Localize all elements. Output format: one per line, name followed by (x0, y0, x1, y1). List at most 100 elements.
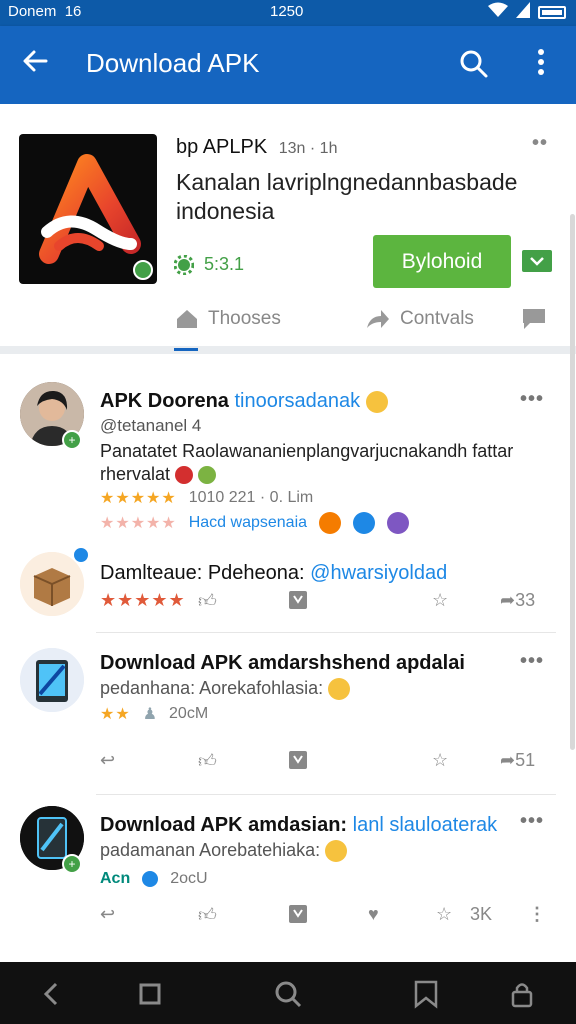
verified-badge-icon (133, 260, 153, 280)
system-nav-bar (0, 962, 576, 1024)
arrow-left-icon (23, 50, 48, 72)
developer-line: bp APLPK 13n · 1h (176, 136, 337, 159)
action-row: ↩ 👍︎ ☆ ➦ 51 (100, 750, 556, 778)
rating-value: 5:3.1 (204, 254, 245, 274)
item-meta: ★★★★★ 1010 221 · 0. Lim (100, 489, 314, 507)
rating-stars: ★★★★★ (100, 490, 177, 507)
item-meta-2: ★★★★★ Hacd wapsenaia (100, 512, 410, 534)
more-vert-icon (538, 49, 544, 75)
smile-emoji-icon (325, 840, 348, 863)
item-title[interactable]: Download APK amdarshshend apdalai (100, 652, 465, 675)
wifi-icon (488, 2, 508, 22)
bookmark-button[interactable] (288, 750, 308, 775)
nav-apps-button[interactable] (410, 978, 442, 1010)
info-badge-icon (72, 546, 90, 564)
chevron-down-icon (530, 257, 544, 266)
share-button[interactable]: ➦ 33 (500, 590, 535, 611)
overflow-menu-button[interactable] (526, 48, 556, 82)
emoji-icon (319, 512, 342, 534)
share-icon (367, 310, 389, 328)
tab-contvals[interactable]: Contvals (366, 308, 474, 330)
nav-home-button[interactable] (134, 978, 166, 1010)
search-icon (275, 981, 302, 1008)
item-handle: @tetananel 4 (100, 416, 202, 435)
app-icon[interactable] (19, 134, 157, 284)
app-bar: Download APK (0, 26, 576, 104)
comment-icon (523, 309, 545, 329)
lock-icon (511, 983, 533, 1008)
divider (96, 632, 556, 633)
share-button[interactable]: ➦ 51 (500, 750, 535, 771)
rating-stars: ★★★★★ (100, 515, 177, 532)
item-sub: padamanan Aorebatehiaka: (100, 840, 348, 863)
bookmark-button[interactable] (288, 590, 308, 615)
smile-emoji-icon (365, 390, 388, 413)
install-button[interactable]: Bylohoid (373, 235, 511, 288)
bookmark-icon (414, 980, 438, 1009)
emoji-icon (387, 512, 410, 534)
square-icon (139, 983, 161, 1005)
tomato-emoji-icon (175, 466, 194, 485)
search-icon (460, 50, 488, 78)
app-title: Kanalan lavriplngnedannbasbade indonesia (176, 169, 518, 224)
item-title[interactable]: APK Doorena tinoorsadanak (100, 390, 388, 413)
home-icon (177, 310, 197, 328)
clock: 1250 (270, 3, 304, 20)
bookmark-button[interactable] (288, 904, 308, 929)
back-icon (43, 982, 58, 1006)
globe-icon (142, 871, 159, 887)
star-button[interactable]: ☆ (436, 904, 452, 925)
item-more-button[interactable]: ⋮ (528, 904, 546, 925)
bookmark-icon (289, 591, 307, 609)
item-text: Panatatet Raolawananienplangvarjucnakand… (100, 441, 514, 485)
time-meta: 13n · 1h (278, 140, 338, 157)
search-button[interactable] (458, 48, 492, 82)
app-card: bp APLPK 13n · 1h •• Kanalan lavriplngne… (0, 104, 576, 354)
gear-icon (174, 254, 194, 275)
reply-button[interactable]: ↩ (100, 750, 115, 771)
item-title[interactable]: Damlteaue: Pdeheona: @hwarsiyoldad (100, 562, 447, 585)
signal-icon (516, 2, 530, 22)
item-more-button[interactable]: ••• (520, 650, 544, 673)
like-button[interactable]: 👍︎ (198, 750, 217, 772)
page-title: Download APK (86, 48, 260, 78)
install-options-button[interactable] (522, 250, 552, 272)
action-row: ★★★★★ 👍︎ ☆ ➦ 33 (100, 590, 556, 618)
heart-button[interactable]: ♥ (368, 904, 379, 925)
scrollbar[interactable] (570, 214, 575, 750)
nav-search-button[interactable] (272, 978, 304, 1010)
leaf-emoji-icon (198, 466, 217, 485)
tab-thooses[interactable]: Thooses (176, 308, 281, 330)
item-more-button[interactable]: ••• (520, 388, 544, 411)
item-title[interactable]: Download APK amdasian: lanl slauloaterak (100, 814, 497, 837)
emoji-icon (353, 512, 376, 534)
item-meta: ★★ ♟ 20cM (100, 705, 209, 723)
rating-stars: ★★ (100, 706, 131, 723)
rating: 5:3.1 (174, 254, 244, 275)
back-button[interactable] (18, 46, 52, 80)
battery-icon (538, 5, 566, 19)
action-row: ↩ 👍︎ ♥ ☆ 3K ⋮ (100, 904, 556, 932)
person-icon: ♟ (142, 706, 158, 723)
reply-button[interactable]: ↩ (100, 904, 115, 925)
bookmark-icon (289, 905, 307, 923)
tablet-icon (20, 648, 84, 712)
status-bar: Donem 16 1250 (0, 0, 576, 26)
carrier-label: Donem 16 (8, 3, 82, 20)
like-button[interactable]: 👍︎ (198, 904, 217, 926)
smile-emoji-icon (328, 678, 351, 701)
item-sub: pedanhana: Aorekafohlasia: (100, 678, 351, 701)
comment-button[interactable] (522, 308, 546, 330)
item-more-button[interactable]: ••• (520, 810, 544, 833)
verified-badge-icon: + (62, 854, 82, 874)
star-button[interactable]: ☆ (432, 590, 448, 611)
star-button[interactable]: ☆ (432, 750, 448, 771)
avatar[interactable] (20, 648, 84, 712)
rating-stars: ★★★★★ (100, 590, 186, 610)
nav-back-button[interactable] (36, 978, 68, 1010)
card-more-button[interactable]: •• (532, 132, 548, 155)
nav-lock-button[interactable] (506, 978, 538, 1010)
developer-name: bp APLPK (176, 136, 268, 158)
like-button[interactable]: 👍︎ (198, 590, 217, 612)
verified-badge-icon: + (62, 430, 82, 450)
